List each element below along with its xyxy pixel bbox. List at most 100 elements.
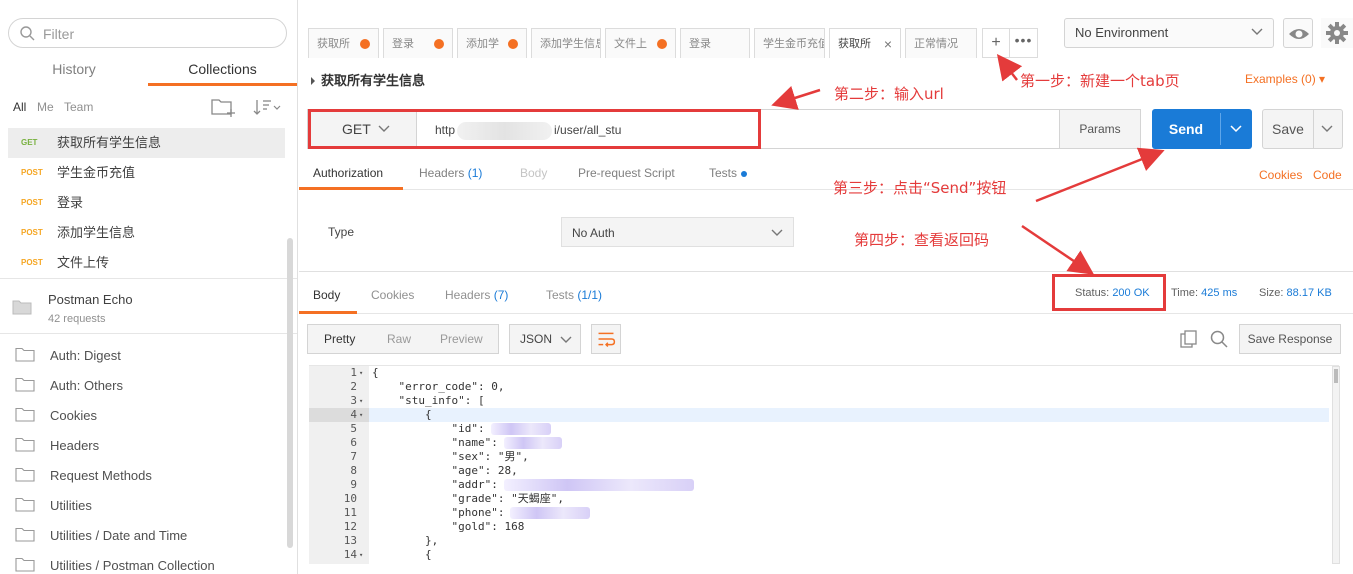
request-tab[interactable]: 学生金币充值 — [754, 28, 825, 58]
search-icon — [20, 26, 35, 41]
line-number: 7 — [350, 450, 357, 463]
examples-dropdown[interactable]: Examples (0) ▾ — [1245, 72, 1325, 86]
tab-tests[interactable]: Tests — [709, 166, 748, 180]
tab-label: 登录 — [392, 37, 414, 50]
code-line: 11 "phone": — [309, 506, 1329, 520]
headers-count: (1) — [467, 166, 483, 180]
response-tab-tests[interactable]: Tests (1/1) — [546, 288, 602, 302]
cookies-link[interactable]: Cookies — [1259, 168, 1302, 182]
chevron-down-icon[interactable] — [1230, 124, 1242, 134]
request-tab[interactable]: 添加学 — [457, 28, 527, 58]
request-tab[interactable]: 登录 — [680, 28, 750, 58]
code-text-content: { — [372, 548, 432, 561]
tab-tests-label: Tests — [709, 166, 738, 180]
request-tabs-bar: 获取所 登录 添加学 添加学生信息 文件上 登录 学生金币充值 获取所 × 正常情… — [299, 0, 1353, 62]
view-raw[interactable]: Raw — [387, 332, 411, 346]
filter-team[interactable]: Team — [64, 100, 93, 114]
scrollbar-thumb[interactable] — [1334, 369, 1338, 383]
editor-scrollbar[interactable] — [1332, 366, 1340, 564]
request-tab[interactable]: 登录 — [383, 28, 453, 58]
tab-history[interactable]: History — [0, 54, 148, 86]
tab-body[interactable]: Body — [520, 166, 547, 180]
list-item[interactable]: GET 获取所有学生信息 — [8, 128, 285, 158]
code-text: { — [372, 408, 432, 422]
fold-toggle-icon[interactable]: ▾ — [359, 548, 363, 562]
filter-input[interactable] — [43, 24, 273, 44]
list-item[interactable]: Auth: Digest — [0, 340, 297, 370]
environment-select[interactable]: No Environment — [1064, 18, 1274, 48]
send-button[interactable]: Send — [1152, 109, 1252, 149]
filter-me[interactable]: Me — [37, 100, 54, 114]
list-item[interactable]: POST 登录 — [8, 188, 285, 218]
filter-box[interactable] — [8, 18, 287, 48]
manage-environments-button[interactable] — [1321, 18, 1353, 48]
code-line: 2 "error_code": 0, — [309, 380, 1329, 394]
list-item[interactable]: Cookies — [0, 400, 297, 430]
save-button[interactable]: Save — [1262, 109, 1343, 149]
sort-icon[interactable] — [252, 98, 282, 116]
close-icon[interactable]: × — [884, 29, 892, 58]
response-body-editor[interactable]: 1 ▾{2 "error_code": 0, 3 ▾ "stu_info": [4 ▾ … — [309, 365, 1339, 564]
request-tab[interactable]: 获取所 — [308, 28, 379, 58]
tab-collections[interactable]: Collections — [148, 54, 297, 86]
response-tab-body[interactable]: Body — [313, 288, 340, 302]
format-select[interactable]: JSON — [509, 324, 581, 354]
send-label: Send — [1168, 121, 1204, 137]
more-tabs-button[interactable]: ••• — [1010, 28, 1038, 58]
request-tab[interactable]: 文件上 — [605, 28, 676, 58]
code-text: }, — [372, 534, 438, 548]
filter-all[interactable]: All — [13, 100, 26, 114]
folder-icon — [15, 497, 35, 512]
tab-label: 学生金币充值 — [763, 37, 825, 50]
request-tab[interactable]: 正常情况 — [905, 28, 977, 58]
list-item[interactable]: Request Methods — [0, 460, 297, 490]
copy-icon[interactable] — [1179, 329, 1199, 349]
new-tab-button[interactable]: + — [982, 28, 1010, 58]
list-item[interactable]: Headers — [0, 430, 297, 460]
code-text-content: "error_code": 0, — [372, 380, 505, 393]
fold-toggle-icon[interactable]: ▾ — [359, 408, 363, 422]
request-tab[interactable]: 添加学生信息 — [531, 28, 601, 58]
folder-name: Utilities / Postman Collection — [50, 558, 215, 573]
new-folder-icon[interactable] — [210, 96, 236, 118]
method-badge: POST — [21, 258, 43, 267]
sidebar-scrollbar[interactable] — [287, 238, 293, 548]
list-item[interactable]: Utilities / Date and Time — [0, 520, 297, 550]
code-line: 13 }, — [309, 534, 1329, 548]
request-name: 文件上传 — [57, 255, 110, 270]
wrap-lines-button[interactable] — [591, 324, 621, 354]
list-item[interactable]: Utilities / Postman Collection — [0, 550, 297, 574]
list-item[interactable]: POST 文件上传 — [8, 248, 285, 278]
save-response-button[interactable]: Save Response — [1239, 324, 1341, 354]
response-tab-cookies[interactable]: Cookies — [371, 288, 414, 302]
request-tab-active[interactable]: 获取所 × — [829, 28, 901, 58]
tab-prerequest-script[interactable]: Pre-request Script — [578, 166, 675, 180]
size-value: 88.17 KB — [1286, 287, 1332, 299]
view-pretty[interactable]: Pretty — [324, 332, 355, 346]
response-tab-headers[interactable]: Headers (7) — [445, 288, 508, 302]
fold-toggle-icon[interactable]: ▾ — [359, 394, 363, 408]
chevron-down-icon[interactable] — [1321, 124, 1333, 134]
redacted-value — [503, 437, 562, 449]
list-item[interactable]: POST 学生金币充值 — [8, 158, 285, 188]
fold-toggle-icon[interactable]: ▾ — [359, 366, 363, 380]
list-item[interactable]: POST 添加学生信息 — [8, 218, 285, 248]
params-button[interactable]: Params — [1059, 109, 1141, 149]
tab-headers[interactable]: Headers (1) — [419, 166, 482, 180]
list-item[interactable]: Utilities — [0, 490, 297, 520]
auth-type-select[interactable]: No Auth — [561, 217, 794, 247]
search-icon[interactable] — [1209, 329, 1229, 349]
list-item[interactable]: Auth: Others — [0, 370, 297, 400]
environment-quick-look-button[interactable] — [1283, 18, 1313, 48]
code-text: "gold": 168 — [372, 520, 524, 534]
chevron-down-icon — [1251, 28, 1263, 35]
collection-postman-echo[interactable]: Postman Echo 42 requests — [0, 278, 297, 334]
gear-icon — [1326, 22, 1348, 44]
code-link[interactable]: Code — [1313, 168, 1342, 182]
time-label: Time: — [1171, 287, 1199, 299]
request-title[interactable]: 获取所有学生信息 — [311, 70, 425, 89]
tab-headers-label: Headers — [419, 166, 465, 180]
view-preview[interactable]: Preview — [440, 332, 483, 346]
tab-authorization[interactable]: Authorization — [313, 166, 383, 180]
line-number: 6 — [350, 436, 357, 449]
